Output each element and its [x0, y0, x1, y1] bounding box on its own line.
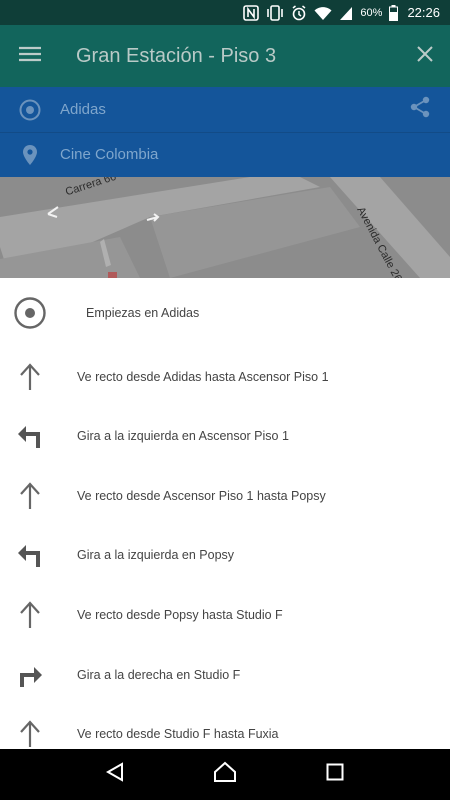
- list-item[interactable]: Gira a la izquierda en Ascensor Piso 1: [0, 406, 450, 465]
- step-text: Ve recto desde Adidas hasta Ascensor Pis…: [77, 369, 329, 384]
- list-item[interactable]: Gira a la izquierda en Popsy: [0, 525, 450, 584]
- step-text: Empiezas en Adidas: [86, 305, 200, 320]
- list-item[interactable]: Ve recto desde Studio F hasta Fuxia: [0, 704, 450, 749]
- list-item[interactable]: Empiezas en Adidas: [0, 283, 450, 342]
- alarm-icon: [291, 4, 307, 21]
- arrow-up-icon: [0, 719, 60, 748]
- origin-target-icon: [0, 99, 60, 121]
- share-icon: [410, 96, 430, 123]
- battery-icon: [389, 4, 399, 21]
- list-item[interactable]: Ve recto desde Ascensor Piso 1 hasta Pop…: [0, 466, 450, 525]
- recents-square-icon: [326, 763, 344, 786]
- arrow-up-icon: [0, 481, 60, 510]
- vibrate-icon: [266, 4, 284, 21]
- nfc-icon: [243, 4, 260, 21]
- origin-text: Adidas: [60, 101, 106, 118]
- signal-icon: [339, 5, 353, 21]
- back-triangle-icon: [105, 762, 125, 787]
- step-text: Ve recto desde Studio F hasta Fuxia: [77, 726, 279, 741]
- map-view[interactable]: Carrera 66 Avenida Calle 26: [0, 177, 450, 278]
- turn-left-icon: [0, 423, 60, 449]
- home-button[interactable]: [200, 749, 250, 800]
- close-button[interactable]: [400, 25, 450, 87]
- back-button[interactable]: [90, 749, 140, 800]
- app-bar: Gran Estación - Piso 3: [0, 25, 450, 87]
- target-icon: [0, 296, 60, 330]
- list-item[interactable]: Ve recto desde Adidas hasta Ascensor Pis…: [0, 347, 450, 406]
- directions-list: Empiezas en Adidas Ve recto desde Adidas…: [0, 278, 450, 749]
- step-text: Ve recto desde Popsy hasta Studio F: [77, 607, 283, 622]
- list-item[interactable]: Gira a la derecha en Studio F: [0, 645, 450, 704]
- menu-button[interactable]: [0, 25, 60, 87]
- close-icon: [417, 45, 433, 67]
- step-text: Gira a la derecha en Studio F: [77, 667, 241, 682]
- share-button[interactable]: [390, 87, 450, 132]
- hamburger-icon: [19, 46, 41, 67]
- turn-right-icon: [0, 662, 60, 688]
- step-text: Gira a la izquierda en Ascensor Piso 1: [77, 428, 289, 443]
- status-bar: 60% 22:26: [0, 0, 450, 25]
- system-nav-bar: [0, 749, 450, 800]
- route-panel: Adidas Cine Colombia: [0, 87, 450, 177]
- step-text: Ve recto desde Ascensor Piso 1 hasta Pop…: [77, 488, 326, 503]
- origin-row[interactable]: Adidas: [0, 87, 450, 133]
- page-title: Gran Estación - Piso 3: [76, 44, 277, 67]
- wifi-icon: [314, 5, 332, 21]
- step-text: Gira a la izquierda en Popsy: [77, 547, 235, 562]
- arrow-up-icon: [0, 600, 60, 629]
- list-item[interactable]: Ve recto desde Popsy hasta Studio F: [0, 585, 450, 644]
- status-time: 22:26: [407, 5, 440, 20]
- battery-percentage: 60%: [360, 6, 383, 19]
- destination-row[interactable]: Cine Colombia: [0, 132, 450, 177]
- turn-left-icon: [0, 542, 60, 568]
- destination-text: Cine Colombia: [60, 146, 159, 163]
- home-icon: [213, 761, 237, 788]
- recents-button[interactable]: [310, 749, 360, 800]
- arrow-up-icon: [0, 362, 60, 391]
- location-pin-icon: [0, 144, 60, 166]
